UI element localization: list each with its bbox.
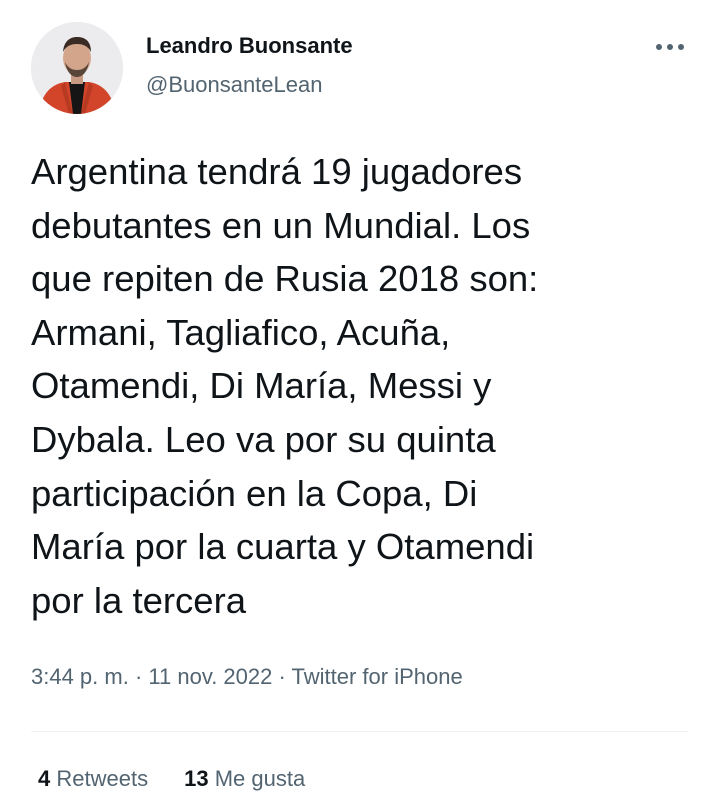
retweets-label: Retweets [56, 766, 149, 791]
tweet-date[interactable]: 11 nov. 2022 [148, 664, 272, 689]
tweet-stats: 4 Retweets 13 Me gusta [38, 766, 305, 792]
more-options-button[interactable] [645, 30, 695, 64]
tweet-text: Argentina tendrá 19 jugadores debutantes… [31, 151, 539, 621]
meta-separator-2: · [272, 664, 292, 689]
user-display-name[interactable]: Leandro Buonsante [146, 33, 353, 59]
retweets-stat[interactable]: 4 Retweets [38, 766, 148, 792]
meta-separator: · [128, 664, 149, 689]
tweet-time[interactable]: 3:44 p. m. [31, 664, 129, 689]
likes-stat[interactable]: 13 Me gusta [184, 766, 305, 792]
likes-count: 13 [184, 766, 209, 791]
avatar[interactable] [31, 22, 123, 114]
user-handle[interactable]: @BuonsanteLean [146, 72, 322, 98]
divider [31, 731, 688, 732]
more-dots-icon [656, 44, 684, 50]
user-avatar-photo [31, 22, 123, 114]
tweet-source[interactable]: Twitter for iPhone [292, 664, 463, 689]
tweet-meta: 3:44 p. m. · 11 nov. 2022 · Twitter for … [31, 664, 463, 690]
tweet-card: Leandro Buonsante @BuonsanteLean Argenti… [0, 0, 719, 807]
retweets-count: 4 [38, 766, 51, 791]
likes-label: Me gusta [214, 766, 306, 791]
